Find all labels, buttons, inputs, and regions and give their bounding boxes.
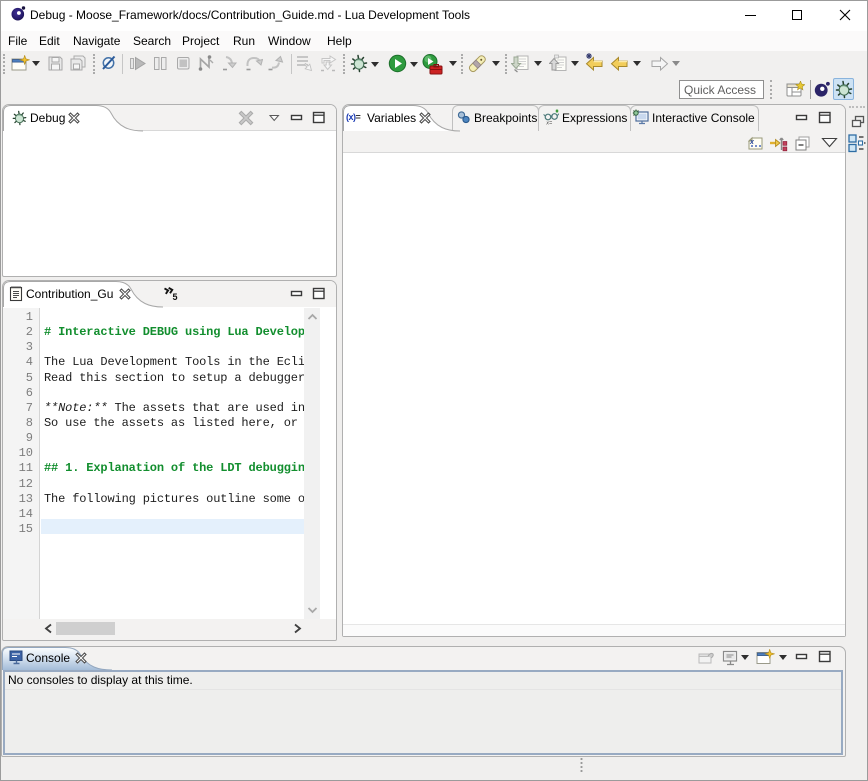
svg-text:5: 5 bbox=[173, 292, 178, 301]
svg-text:x=: x= bbox=[545, 121, 553, 127]
